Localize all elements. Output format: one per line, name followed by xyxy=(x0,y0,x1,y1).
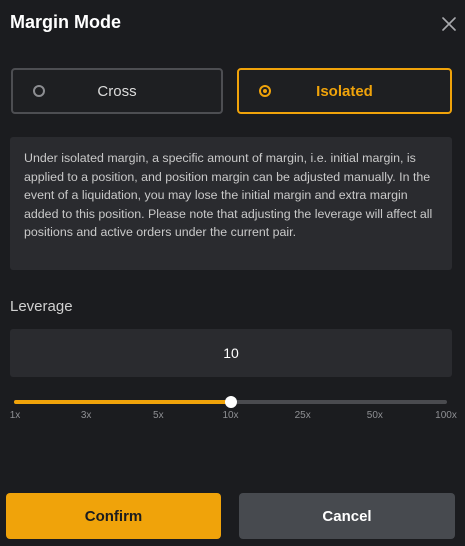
leverage-label: Leverage xyxy=(10,298,73,315)
radio-selected-icon xyxy=(259,85,271,97)
leverage-tick-1[interactable]: 3x xyxy=(81,410,92,421)
slider-thumb[interactable] xyxy=(224,396,237,408)
cross-mode-option[interactable]: Cross xyxy=(11,68,223,114)
cancel-button[interactable]: Cancel xyxy=(239,493,455,539)
slider-fill xyxy=(14,400,231,404)
leverage-tick-2[interactable]: 5x xyxy=(153,410,164,421)
leverage-tick-0[interactable]: 1x xyxy=(10,410,21,421)
isolated-mode-option[interactable]: Isolated xyxy=(237,68,452,114)
close-icon xyxy=(442,17,456,31)
leverage-tick-3[interactable]: 10x xyxy=(222,410,238,421)
leverage-slider[interactable] xyxy=(14,392,447,412)
dialog-title: Margin Mode xyxy=(10,12,121,32)
confirm-button[interactable]: Confirm xyxy=(6,493,221,539)
leverage-tick-4[interactable]: 25x xyxy=(295,410,311,421)
radio-unselected-icon xyxy=(33,85,45,97)
close-button[interactable] xyxy=(437,12,461,36)
margin-info-text: Under isolated margin, a specific amount… xyxy=(10,137,452,270)
leverage-input[interactable]: 10 xyxy=(10,329,452,377)
leverage-tick-6[interactable]: 100x xyxy=(435,410,457,421)
leverage-tick-5[interactable]: 50x xyxy=(367,410,383,421)
